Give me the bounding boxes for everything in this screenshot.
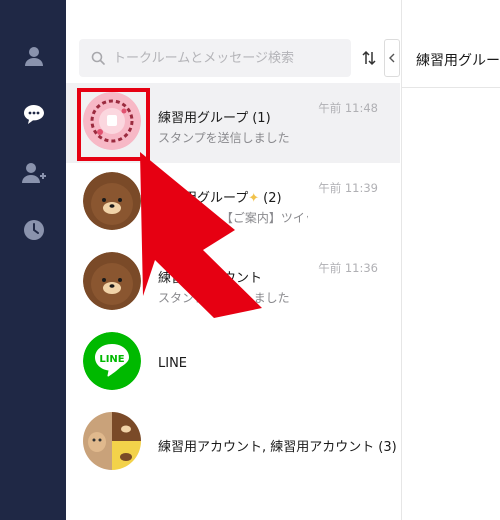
brown-bear-avatar (83, 252, 141, 310)
group-collage-avatar (83, 412, 141, 470)
chat-list-pane: 練習用グループ(1) スタンプを送信しました 午前 11:48 練習用グループ✦… (66, 0, 402, 520)
friends-person-icon[interactable] (21, 43, 47, 69)
chat-item-line-official[interactable]: LINE LINE (66, 323, 400, 403)
chat-preview: スタンプを送信しました (158, 131, 290, 145)
chat-preview: Channel ▸ 【ご案内】ツイッターや… (158, 211, 308, 225)
clock-icon[interactable] (21, 217, 47, 243)
chat-name: 練習用アカウント (158, 271, 263, 286)
chat-item-practice-group-2[interactable]: 練習用グループ✦(2) Channel ▸ 【ご案内】ツイッターや… 午前 11… (66, 163, 400, 243)
svg-text:LINE: LINE (99, 354, 124, 365)
chat-item-group-accounts[interactable]: 練習用アカウント, 練習用アカウント (3) (66, 403, 400, 483)
star-icon: ✦ (248, 191, 260, 206)
chat-name: 練習用グループ (1) (158, 111, 271, 126)
chat-name: 練習用アカウント, 練習用アカウント (3) (158, 440, 397, 455)
collapse-pane-button[interactable] (384, 39, 400, 77)
nav-rail (0, 0, 66, 520)
chat-name: LINE (158, 356, 188, 371)
member-count: (2) (263, 191, 282, 206)
line-logo-avatar: LINE (83, 332, 141, 390)
chat-preview: スタンプを送信しました (158, 291, 290, 305)
chat-name: 練習用グループ✦ (2) (158, 191, 282, 206)
chat-bubble-icon[interactable] (21, 101, 47, 127)
add-friend-icon[interactable] (21, 160, 47, 186)
sort-icon[interactable] (358, 47, 380, 69)
chat-title: 練習用グループ (416, 53, 500, 69)
highlight-box (77, 88, 150, 161)
chat-item-practice-account[interactable]: 練習用アカウント スタンプを送信しました 午前 11:36 (66, 243, 400, 323)
member-count: (1) (252, 111, 271, 126)
search-icon (91, 51, 105, 65)
chat-time: 午前 11:48 (318, 101, 378, 115)
chat-time: 午前 11:36 (318, 261, 378, 275)
chat-header: 練習用グループ (402, 0, 500, 88)
chat-time: 午前 11:39 (318, 181, 378, 195)
member-count: (3) (378, 440, 397, 455)
brown-bear-avatar (83, 172, 141, 230)
search-box[interactable] (79, 39, 351, 77)
search-input[interactable] (111, 49, 335, 67)
